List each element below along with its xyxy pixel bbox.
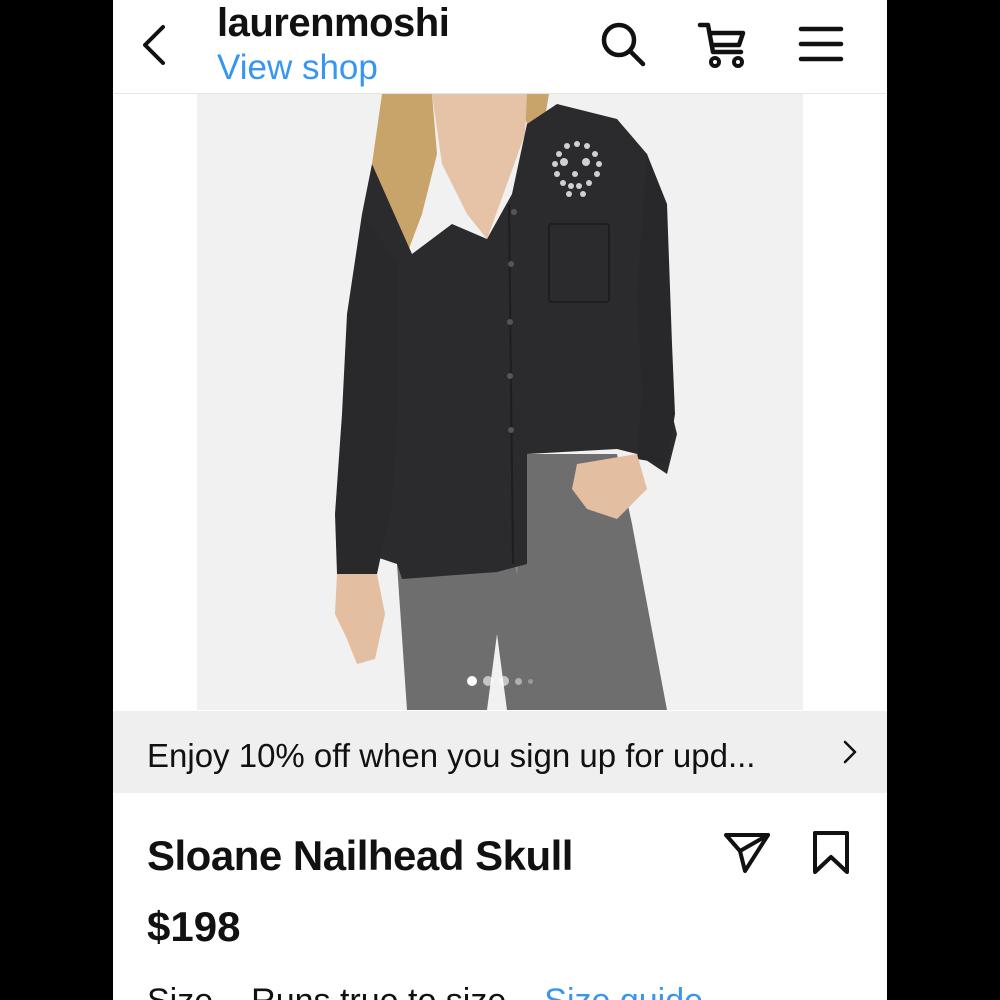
cart-icon [697, 19, 747, 74]
promo-banner[interactable]: Enjoy 10% off when you sign up for upd..… [113, 711, 887, 793]
product-screen: laurenmoshi View shop Enjoy 10% off when… [113, 0, 887, 1000]
paper-plane-icon [723, 831, 771, 880]
promo-text: Enjoy 10% off when you sign up for upd..… [147, 737, 756, 774]
size-guide-link[interactable]: Size guide [544, 982, 703, 1000]
search-icon [598, 19, 648, 74]
menu-icon [798, 24, 844, 69]
carousel-dot[interactable] [499, 676, 509, 686]
search-button[interactable] [597, 20, 649, 72]
share-button[interactable] [719, 828, 775, 882]
size-row: Size Runs true to size Size guide [147, 982, 703, 1000]
product-title: Sloane Nailhead Skull [147, 832, 573, 879]
size-value: Runs true to size [251, 982, 506, 1000]
save-button[interactable] [803, 828, 859, 882]
carousel-dot[interactable] [515, 677, 522, 685]
product-price: $198 [147, 903, 241, 950]
shop-name[interactable]: laurenmoshi [217, 0, 450, 46]
chevron-right-icon [841, 739, 859, 770]
back-button[interactable] [131, 22, 175, 72]
bookmark-icon [811, 830, 851, 881]
carousel-dot[interactable] [467, 676, 477, 686]
product-image[interactable] [197, 94, 803, 710]
back-chevron-icon [139, 23, 167, 72]
top-header: laurenmoshi View shop [113, 0, 887, 94]
size-label: Size [147, 982, 213, 1000]
carousel-dot[interactable] [483, 676, 493, 686]
carousel-dot[interactable] [528, 678, 533, 684]
menu-button[interactable] [795, 20, 847, 72]
cart-button[interactable] [696, 20, 748, 72]
carousel-indicator [113, 676, 887, 686]
product-photo-illustration [335, 94, 677, 710]
view-shop-link[interactable]: View shop [217, 47, 378, 89]
